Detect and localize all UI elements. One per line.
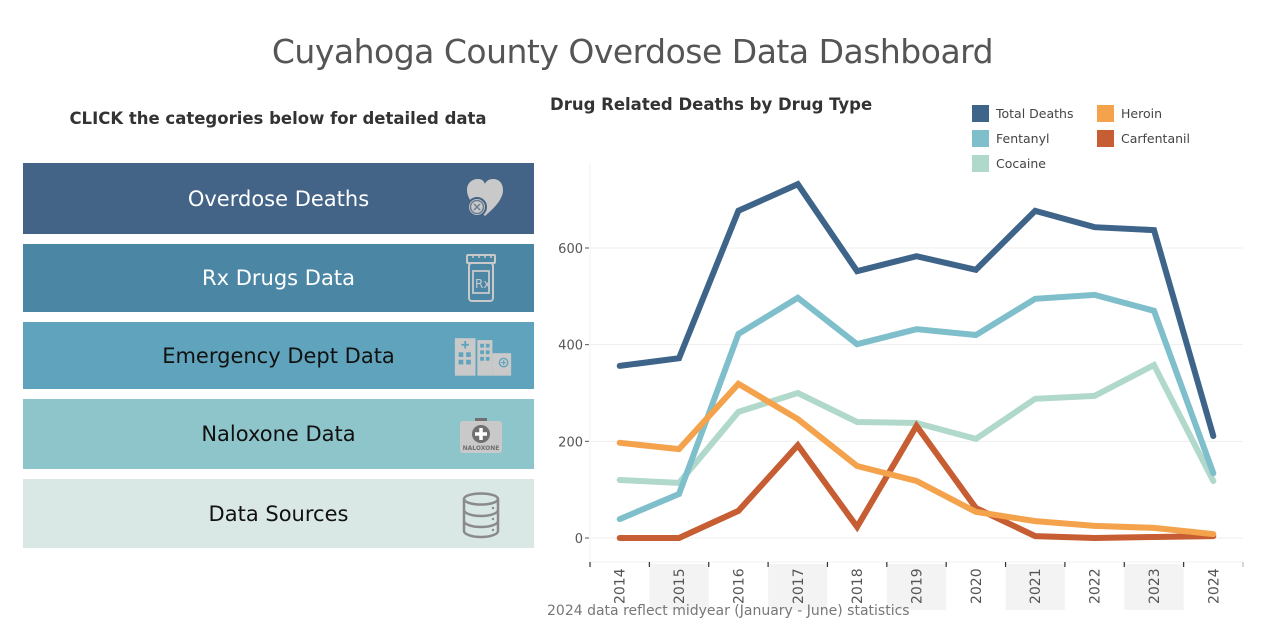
x-tick-label: 2022 [1088, 568, 1104, 604]
x-tick-label: 2023 [1147, 568, 1163, 604]
series-line-fentanyl[interactable] [616, 291, 1217, 523]
y-tick-label: 200 [558, 435, 583, 450]
x-tick-label: 2014 [613, 568, 629, 604]
series-line-total-deaths[interactable] [616, 180, 1217, 439]
x-tick-label: 2018 [850, 568, 866, 604]
x-tick-label: 2020 [969, 568, 985, 604]
y-tick-label: 400 [558, 339, 583, 354]
x-tick-label: 2017 [791, 568, 807, 604]
y-tick-label: 0 [575, 532, 583, 547]
line-chart[interactable]: 0 200 400 600 2014 2015 2016 2017 2018 2019 2020 20… [0, 0, 1261, 625]
chart-footnote: 2024 data reflect midyear (January - Jun… [547, 603, 910, 619]
y-tick-label: 600 [558, 242, 583, 257]
x-tick-label: 2016 [731, 568, 747, 604]
x-tick-label: 2015 [672, 568, 688, 604]
x-tick-label: 2024 [1206, 568, 1222, 604]
x-tick-label: 2021 [1028, 568, 1044, 604]
x-tick-label: 2019 [910, 568, 926, 604]
